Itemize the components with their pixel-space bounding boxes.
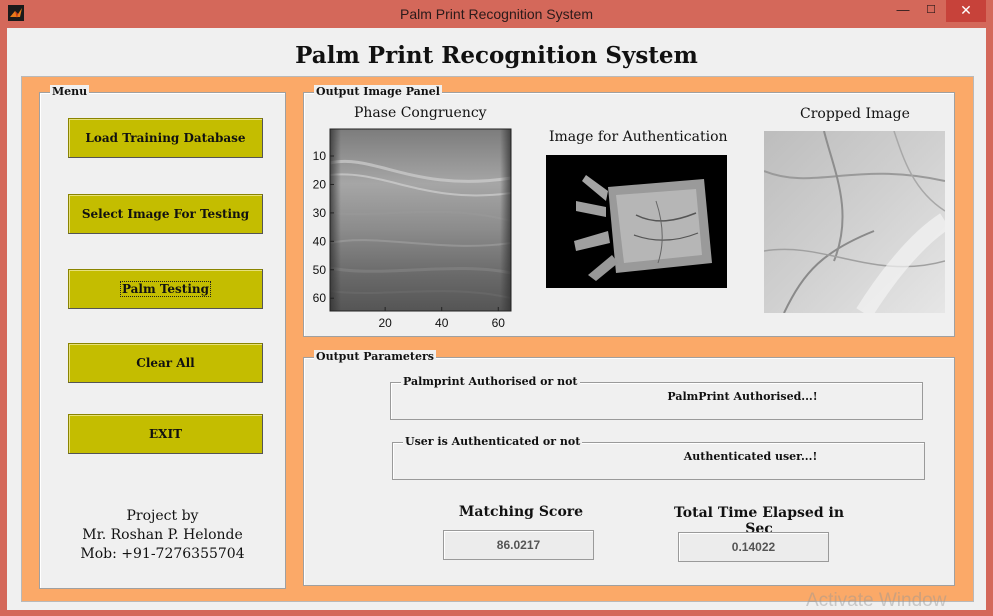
user-authenticated-group: User is Authenticated or not Authenticat…	[392, 442, 925, 480]
user-authenticated-value: Authenticated user...!	[485, 450, 993, 463]
total-time-field: 0.14022	[678, 532, 829, 562]
phase-congruency-chart: 20 40 60 10 20 30 40 50 60	[304, 93, 534, 336]
credits-line-2: Mr. Roshan P. Helonde	[40, 526, 285, 545]
button-label: Palm Testing	[121, 282, 210, 296]
figure-window: Palm Print Recognition System Menu Load …	[7, 28, 986, 610]
user-authenticated-label: User is Authenticated or not	[403, 435, 582, 449]
output-parameters-label: Output Parameters	[314, 350, 436, 364]
matching-score-field: 86.0217	[443, 530, 594, 560]
palmprint-authorised-label: Palmprint Authorised or not	[401, 375, 580, 389]
close-button[interactable]: ✕	[946, 0, 986, 22]
menu-panel: Menu Load Training Database Select Image…	[39, 92, 286, 589]
button-label: Select Image For Testing	[82, 207, 249, 221]
y-tick-label: 30	[313, 206, 327, 220]
image-for-authentication-title: Image for Authentication	[549, 129, 728, 145]
y-tick-label: 40	[313, 234, 327, 248]
output-image-panel: Output Image Panel Phase Congruency	[303, 92, 955, 337]
select-image-button[interactable]: Select Image For Testing	[68, 194, 263, 234]
load-training-database-button[interactable]: Load Training Database	[68, 118, 263, 158]
x-tick-label: 60	[492, 316, 506, 330]
palmprint-authorised-group: Palmprint Authorised or not PalmPrint Au…	[390, 382, 923, 420]
menu-panel-label: Menu	[50, 85, 89, 99]
x-tick-label: 40	[435, 316, 449, 330]
page-title: Palm Print Recognition System	[7, 42, 986, 69]
cropped-image-title: Cropped Image	[800, 106, 910, 122]
cropped-image	[764, 131, 945, 313]
exit-button[interactable]: EXIT	[68, 414, 263, 454]
activation-watermark: Activate Window	[806, 590, 946, 612]
output-parameters-panel: Output Parameters Palmprint Authorised o…	[303, 357, 955, 586]
palm-testing-button[interactable]: Palm Testing	[68, 269, 263, 309]
authentication-image	[546, 155, 727, 288]
palmprint-authorised-value: PalmPrint Authorised...!	[477, 390, 993, 403]
clear-all-button[interactable]: Clear All	[68, 343, 263, 383]
window-title: Palm Print Recognition System	[0, 6, 993, 22]
y-tick-label: 60	[313, 291, 327, 305]
main-frame: Menu Load Training Database Select Image…	[21, 76, 974, 602]
y-tick-label: 10	[313, 149, 327, 163]
credits-line-1: Project by	[40, 507, 285, 526]
title-bar: Palm Print Recognition System — ☐ ✕	[0, 0, 993, 28]
credits-line-3: Mob: +91-7276355704	[40, 545, 285, 564]
minimize-button[interactable]: —	[890, 0, 916, 22]
maximize-button[interactable]: ☐	[918, 0, 944, 22]
heatmap-image	[330, 129, 511, 311]
y-tick-label: 20	[313, 177, 327, 191]
x-tick-label: 20	[378, 316, 392, 330]
matching-score-label: Matching Score	[443, 504, 599, 520]
button-label: Load Training Database	[85, 131, 245, 145]
button-label: Clear All	[136, 356, 194, 370]
y-tick-label: 50	[313, 263, 327, 277]
button-label: EXIT	[149, 427, 182, 441]
